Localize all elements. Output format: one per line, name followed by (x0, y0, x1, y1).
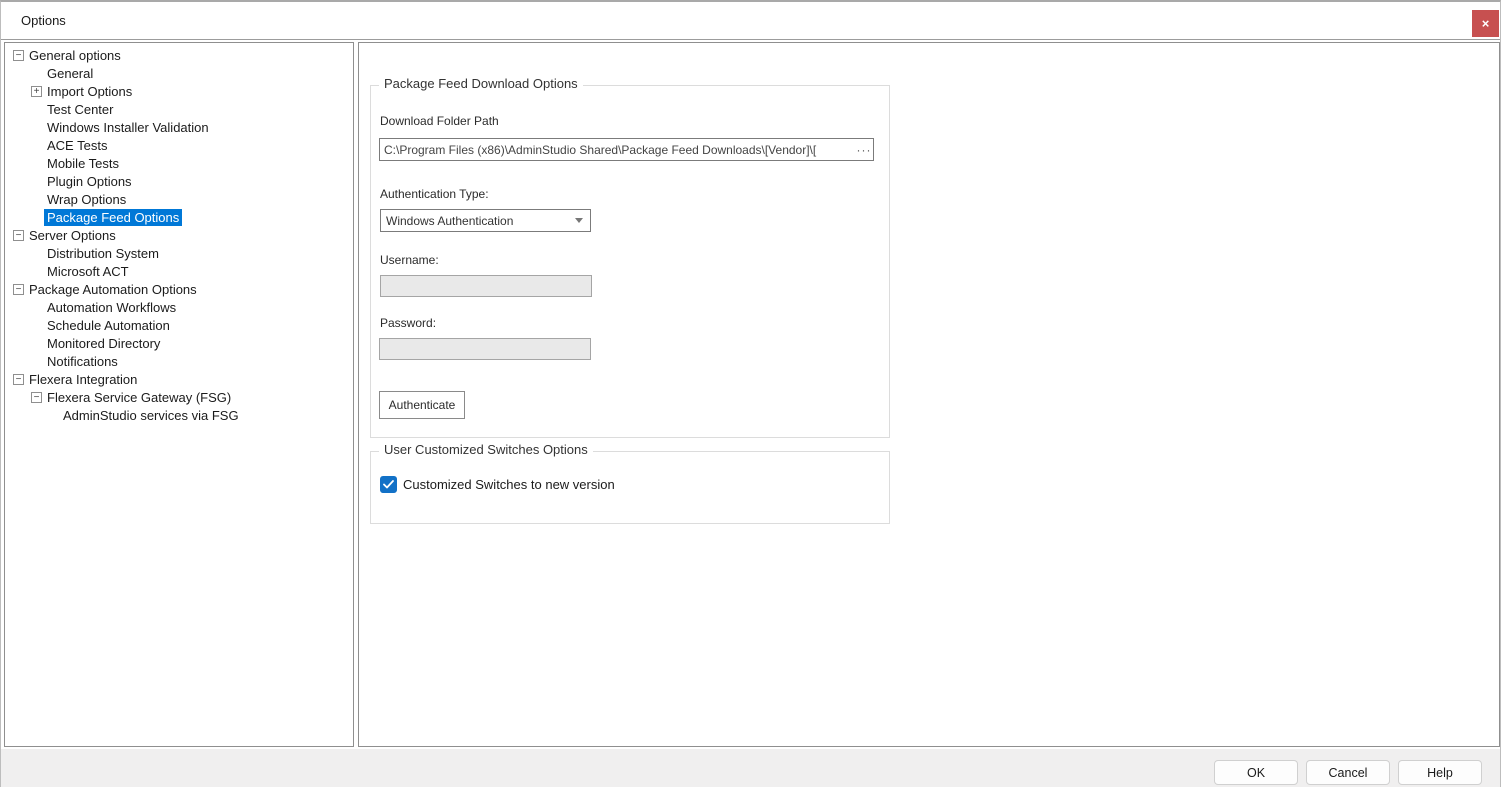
tree-item-label: Package Feed Options (44, 209, 182, 226)
collapse-icon[interactable]: − (13, 50, 24, 61)
group-title: User Customized Switches Options (379, 442, 593, 457)
username-label: Username: (380, 253, 439, 267)
tree-item-test-center[interactable]: Test Center (5, 100, 353, 118)
tree-item-label: Server Options (26, 227, 119, 244)
username-field (380, 275, 592, 297)
tree-item-label: Windows Installer Validation (44, 119, 212, 136)
settings-panel: Package Feed Download Options Download F… (358, 42, 1500, 747)
password-field (379, 338, 591, 360)
tree-item-import-options[interactable]: +Import Options (5, 82, 353, 100)
chevron-down-icon[interactable] (568, 218, 590, 223)
tree-item-flexera-integration[interactable]: −Flexera Integration (5, 370, 353, 388)
download-folder-path-label: Download Folder Path (380, 114, 499, 128)
tree-item-label: Wrap Options (44, 191, 129, 208)
authentication-type-dropdown[interactable]: Windows Authentication (380, 209, 591, 232)
browse-ellipsis-button[interactable]: ··· (855, 143, 873, 157)
user-customized-switches-group: User Customized Switches Options Customi… (370, 451, 890, 524)
collapse-icon[interactable]: − (31, 392, 42, 403)
tree-item-plugin-options[interactable]: Plugin Options (5, 172, 353, 190)
tree-item-label: Microsoft ACT (44, 263, 132, 280)
tree-item-server-options[interactable]: −Server Options (5, 226, 353, 244)
tree-item-label: Flexera Integration (26, 371, 140, 388)
customized-switches-label: Customized Switches to new version (403, 477, 615, 492)
tree-item-notifications[interactable]: Notifications (5, 352, 353, 370)
tree-item-package-feed-options[interactable]: Package Feed Options (5, 208, 353, 226)
tree-item-general[interactable]: General (5, 64, 353, 82)
tree-item-ace-tests[interactable]: ACE Tests (5, 136, 353, 154)
tree-item-package-automation-options[interactable]: −Package Automation Options (5, 280, 353, 298)
ok-button[interactable]: OK (1214, 760, 1298, 785)
tree-item-monitored-directory[interactable]: Monitored Directory (5, 334, 353, 352)
close-icon: × (1482, 16, 1490, 31)
tree-item-label: Distribution System (44, 245, 162, 262)
tree-item-wrap-options[interactable]: Wrap Options (5, 190, 353, 208)
authentication-type-value: Windows Authentication (381, 214, 568, 228)
tree-item-label: Mobile Tests (44, 155, 122, 172)
download-folder-path-input[interactable]: C:\Program Files (x86)\AdminStudio Share… (379, 138, 874, 161)
authentication-type-label: Authentication Type: (380, 187, 489, 201)
title-bar: Options × (1, 4, 1500, 40)
checkbox-checked-icon[interactable] (380, 476, 397, 493)
group-title: Package Feed Download Options (379, 76, 583, 91)
help-button[interactable]: Help (1398, 760, 1482, 785)
options-tree: −General optionsGeneral+Import OptionsTe… (4, 42, 354, 747)
collapse-icon[interactable]: − (13, 230, 24, 241)
tree-item-label: AdminStudio services via FSG (60, 407, 242, 424)
dialog-title: Options (21, 13, 66, 28)
tree-item-label: Plugin Options (44, 173, 135, 190)
tree-item-label: Package Automation Options (26, 281, 200, 298)
tree-item-distribution-system[interactable]: Distribution System (5, 244, 353, 262)
options-dialog: Options × −General optionsGeneral+Import… (0, 0, 1501, 787)
tree-item-label: Flexera Service Gateway (FSG) (44, 389, 234, 406)
close-button[interactable]: × (1472, 10, 1499, 37)
tree-item-label: Notifications (44, 353, 121, 370)
collapse-icon[interactable]: − (13, 374, 24, 385)
package-feed-download-options-group: Package Feed Download Options Download F… (370, 85, 890, 438)
tree-item-label: General options (26, 47, 124, 64)
tree-item-mobile-tests[interactable]: Mobile Tests (5, 154, 353, 172)
tree-item-label: Monitored Directory (44, 335, 163, 352)
tree-item-general-options[interactable]: −General options (5, 46, 353, 64)
expand-icon[interactable]: + (31, 86, 42, 97)
tree-item-label: Automation Workflows (44, 299, 179, 316)
tree-item-automation-workflows[interactable]: Automation Workflows (5, 298, 353, 316)
tree-item-adminstudio-services-via-fsg[interactable]: AdminStudio services via FSG (5, 406, 353, 424)
tree-item-label: ACE Tests (44, 137, 110, 154)
collapse-icon[interactable]: − (13, 284, 24, 295)
download-folder-path-value: C:\Program Files (x86)\AdminStudio Share… (380, 143, 855, 157)
password-label: Password: (380, 316, 436, 330)
tree-item-label: Schedule Automation (44, 317, 173, 334)
footer-bar: OK Cancel Help (1, 749, 1500, 787)
tree-item-microsoft-act[interactable]: Microsoft ACT (5, 262, 353, 280)
tree-item-flexera-service-gateway-fsg[interactable]: −Flexera Service Gateway (FSG) (5, 388, 353, 406)
tree-item-label: General (44, 65, 96, 82)
tree-item-windows-installer-validation[interactable]: Windows Installer Validation (5, 118, 353, 136)
customized-switches-row: Customized Switches to new version (380, 476, 615, 493)
tree-item-label: Test Center (44, 101, 116, 118)
tree-item-schedule-automation[interactable]: Schedule Automation (5, 316, 353, 334)
cancel-button[interactable]: Cancel (1306, 760, 1390, 785)
authenticate-button[interactable]: Authenticate (379, 391, 465, 419)
tree-item-label: Import Options (44, 83, 135, 100)
